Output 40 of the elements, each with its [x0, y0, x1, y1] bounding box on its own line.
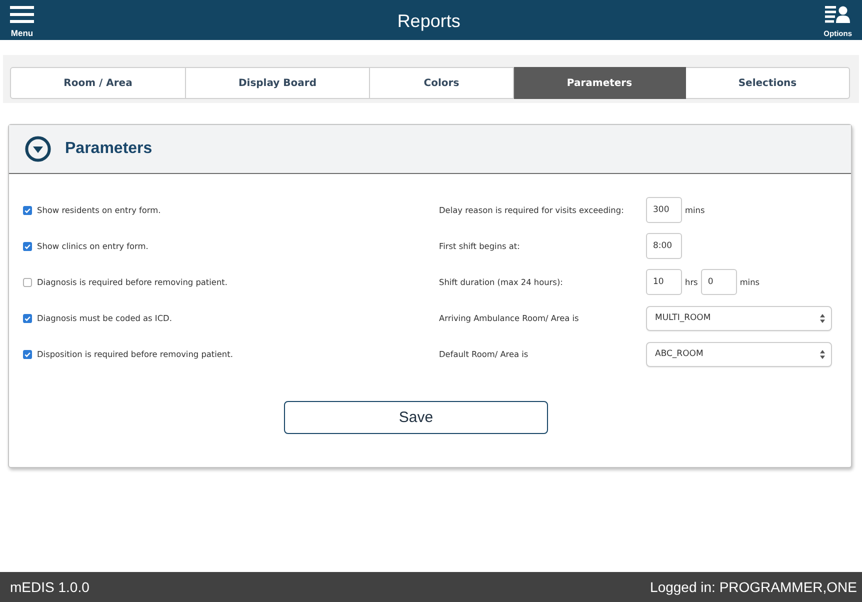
caret-circle-icon[interactable]	[25, 136, 51, 162]
unit-label: mins	[740, 277, 760, 287]
input-field[interactable]: 0	[700, 269, 737, 295]
setting-label: Delay reason is required for visits exceeding:	[439, 205, 625, 215]
tab[interactable]: Colors	[370, 67, 514, 99]
setting-label: First shift begins at:	[439, 241, 521, 251]
select-arrows-icon	[820, 314, 825, 322]
menu-icon	[10, 6, 34, 23]
checkbox[interactable]	[23, 242, 32, 250]
tab[interactable]: Room / Area	[10, 67, 186, 99]
checkbox[interactable]	[23, 206, 32, 214]
tab[interactable]: Selections	[686, 67, 850, 99]
page-title: Reports	[397, 10, 460, 32]
checkbox[interactable]	[23, 278, 32, 286]
checkbox-label: Diagnosis must be coded as ICD.	[37, 313, 172, 323]
setting-label: Arriving Ambulance Room/ Area is	[439, 313, 580, 323]
checkbox-label: Diagnosis is required before removing patient.	[37, 277, 228, 287]
setting-label: Shift duration (max 24 hours):	[439, 277, 564, 287]
save-button[interactable]: Save	[284, 401, 548, 434]
setting-label: Default Room/ Area is	[439, 349, 530, 359]
tab[interactable]: Parameters	[514, 67, 686, 99]
select-arrows-icon	[820, 350, 825, 358]
input-field[interactable]: 10	[646, 269, 682, 295]
checkbox-label: Show residents on entry form.	[37, 205, 161, 215]
panel-title: Parameters	[65, 140, 152, 158]
input-field[interactable]: 300	[646, 197, 682, 223]
checkbox[interactable]	[23, 314, 32, 322]
checkbox-label: Disposition is required before removing patient.	[37, 349, 233, 359]
logged-in-user: Logged in: PROGRAMMER,ONE	[650, 579, 857, 595]
room-dropdown[interactable]: ABC_ROOM	[646, 342, 832, 366]
user-list-icon	[825, 6, 850, 23]
unit-label: hrs	[685, 277, 698, 287]
menu-button[interactable]: Menu	[10, 2, 34, 38]
input-field[interactable]: 8:00	[646, 233, 682, 259]
unit-label: mins	[685, 205, 705, 215]
checkbox-label: Show clinics on entry form.	[37, 241, 148, 251]
room-dropdown[interactable]: MULTI_ROOM	[646, 306, 832, 330]
app-version: mEDIS 1.0.0	[10, 579, 90, 595]
checkbox[interactable]	[23, 350, 32, 358]
tab[interactable]: Display Board	[186, 67, 370, 99]
